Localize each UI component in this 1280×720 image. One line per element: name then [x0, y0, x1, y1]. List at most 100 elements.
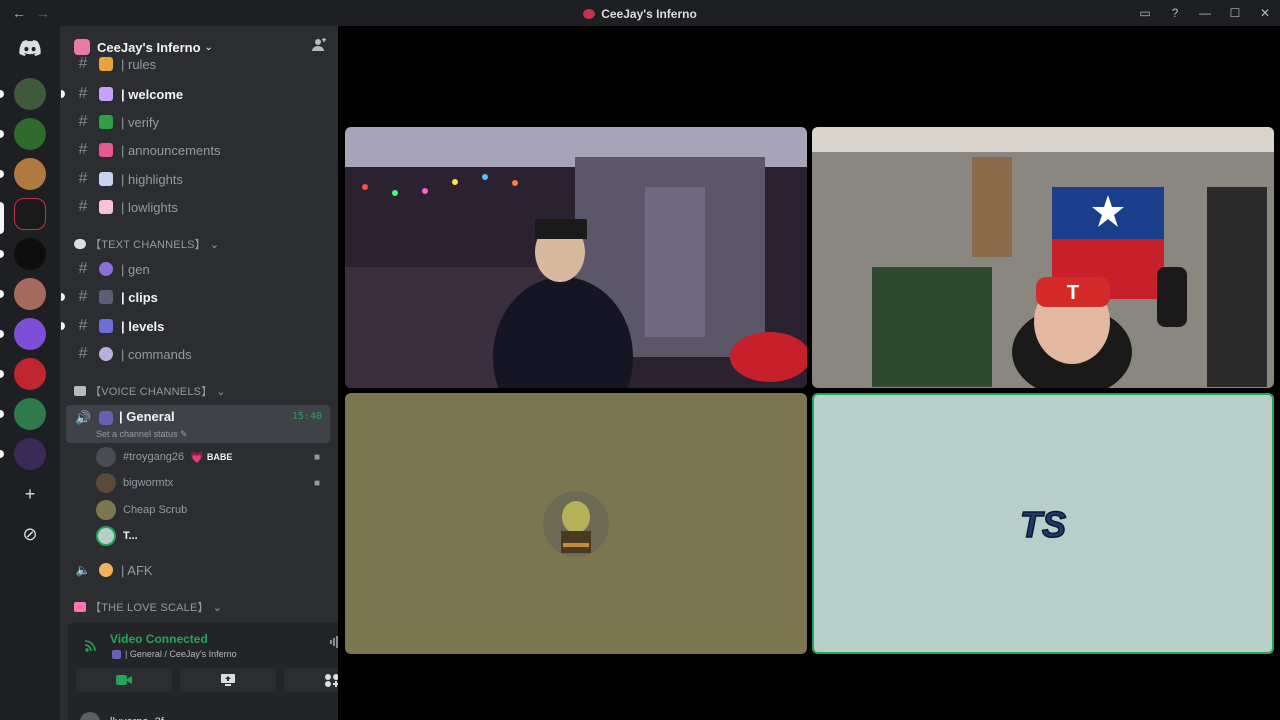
voice-channel-afk[interactable]: 🔈 | AFK	[68, 557, 330, 583]
guild-unread-pill	[0, 370, 4, 378]
voice-channel-general[interactable]: 🔊 | General 15:40 Set a channel status ✎	[66, 405, 330, 443]
server-icon-3[interactable]	[14, 158, 46, 190]
inbox-icon[interactable]: ▭	[1130, 6, 1160, 20]
channel-verify[interactable]: # | verify	[68, 109, 330, 135]
channel-gen[interactable]: # | gen	[68, 256, 330, 282]
video-tile-t[interactable]: TS	[812, 393, 1274, 654]
signal-icon[interactable]	[84, 638, 98, 655]
hash-icon: #	[78, 85, 88, 102]
person-add-icon[interactable]	[312, 38, 326, 55]
guild-unread-pill	[0, 450, 4, 458]
window-titlebar: ← → CeeJay's Inferno ▭ ? — ☐ ✕	[0, 0, 1280, 26]
voice-user-row[interactable]: Cheap Scrub	[96, 498, 326, 522]
chart-down-emoji-icon	[99, 200, 113, 214]
hash-icon: #	[78, 345, 88, 362]
avatar: TS	[1010, 491, 1076, 557]
window-controls: ▭ ? — ☐ ✕	[1130, 0, 1280, 26]
hash-icon: #	[78, 141, 88, 158]
guild-selected-pill	[0, 202, 4, 234]
server-icon-10[interactable]	[14, 438, 46, 470]
server-icon-5[interactable]	[14, 238, 46, 270]
hat-logo-glyph: T	[1067, 282, 1079, 304]
voice-user-row[interactable]: #troygang26 💗 BABE ■	[96, 445, 326, 469]
category-voice-channels[interactable]: 【VOICE CHANNELS】 ⌄	[74, 382, 226, 400]
chart-up-emoji-icon	[99, 172, 113, 186]
checkmark-emoji-icon	[99, 115, 113, 129]
voice-location-text: | General / CeeJay's Inferno	[125, 649, 237, 659]
robot-emoji-icon	[99, 347, 113, 361]
channel-label: | highlights	[121, 171, 183, 187]
minimize-button[interactable]: —	[1190, 6, 1220, 20]
channel-rules[interactable]: # | rules	[68, 56, 330, 72]
channel-label: | verify	[121, 114, 160, 130]
channel-levels[interactable]: # | levels	[61, 313, 330, 339]
camera-toggle-button[interactable]	[76, 668, 172, 692]
channel-emoji-icon	[99, 262, 113, 276]
category-label: 【TEXT CHANNELS】	[90, 239, 206, 251]
channel-label: | AFK	[121, 562, 153, 578]
add-server-icon[interactable]: +	[14, 478, 46, 510]
server-icon-8[interactable]	[14, 358, 46, 390]
server-badge-icon	[74, 39, 90, 55]
channel-label: | commands	[121, 346, 192, 362]
guild-unread-pill	[0, 250, 4, 258]
noise-suppression-icon[interactable]	[330, 635, 338, 652]
channel-commands[interactable]: # | commands	[68, 341, 330, 367]
guild-unread-pill	[0, 330, 4, 338]
discord-home-icon[interactable]	[14, 32, 46, 64]
category-text-channels[interactable]: 【TEXT CHANNELS】 ⌄	[74, 235, 219, 253]
server-icon-2[interactable]	[14, 118, 46, 150]
channel-announcements[interactable]: # | announcements	[68, 137, 330, 163]
channel-label: | levels	[121, 318, 165, 334]
category-label: 【THE LOVE SCALE】	[90, 602, 209, 614]
channel-highlights[interactable]: # | highlights	[68, 166, 330, 192]
chevron-down-icon: ⌄	[216, 385, 226, 398]
explore-compass-icon[interactable]: ⊘	[14, 518, 46, 550]
server-icon-6[interactable]	[14, 278, 46, 310]
channel-emoji-icon	[112, 649, 121, 659]
close-button[interactable]: ✕	[1250, 6, 1280, 20]
unread-indicator	[61, 90, 65, 98]
video-tile-cheap-scrub[interactable]	[345, 393, 807, 654]
server-icon-ceejay[interactable]	[14, 198, 46, 230]
hash-icon: #	[78, 198, 88, 215]
channel-clips[interactable]: # | clips	[61, 284, 330, 310]
category-love-scale[interactable]: 【THE LOVE SCALE】 ⌄	[74, 598, 222, 616]
voice-user-row[interactable]: bigwormtx ■	[96, 471, 326, 495]
server-list: + ⊘	[0, 26, 60, 720]
channel-label: | lowlights	[121, 199, 178, 215]
channel-label: | gen	[121, 261, 150, 277]
avatar[interactable]	[80, 712, 100, 720]
channel-status-link[interactable]: Set a channel status ✎	[96, 429, 188, 440]
hash-icon: #	[78, 288, 88, 305]
voice-user-row[interactable]: T...	[96, 524, 326, 548]
channel-label: | welcome	[121, 86, 184, 102]
voice-user-name: #troygang26	[123, 451, 185, 463]
video-tile-flag-room[interactable]: T	[812, 127, 1274, 388]
voice-location[interactable]: | General / CeeJay's Inferno	[112, 649, 237, 659]
server-icon-7[interactable]	[14, 318, 46, 350]
channel-lowlights[interactable]: # | lowlights	[68, 194, 330, 220]
channel-emoji-icon	[99, 57, 113, 71]
maximize-button[interactable]: ☐	[1220, 6, 1250, 20]
channel-label: | rules	[121, 56, 157, 72]
activities-button[interactable]	[284, 668, 338, 692]
role-badge-label: BABE	[206, 452, 233, 462]
hash-icon: #	[78, 113, 88, 130]
guild-unread-pill	[0, 410, 4, 418]
help-icon[interactable]: ?	[1160, 6, 1190, 20]
video-tile-bedroom[interactable]	[345, 127, 807, 388]
voice-action-buttons	[76, 668, 338, 692]
channel-welcome[interactable]: # | welcome	[61, 81, 330, 107]
chevron-down-icon: ⌄	[209, 238, 220, 251]
unread-indicator	[61, 293, 65, 301]
voice-user-name: T...	[123, 530, 138, 542]
user-name: lluverne_2f	[110, 716, 164, 720]
voice-status-text[interactable]: Video Connected	[110, 632, 208, 646]
server-icon-1[interactable]	[14, 78, 46, 110]
screen-share-button[interactable]	[180, 668, 276, 692]
video-camera-icon: ■	[313, 477, 320, 489]
server-icon-9[interactable]	[14, 398, 46, 430]
avatar	[96, 526, 116, 546]
speaker-icon: 🔈	[75, 563, 91, 577]
